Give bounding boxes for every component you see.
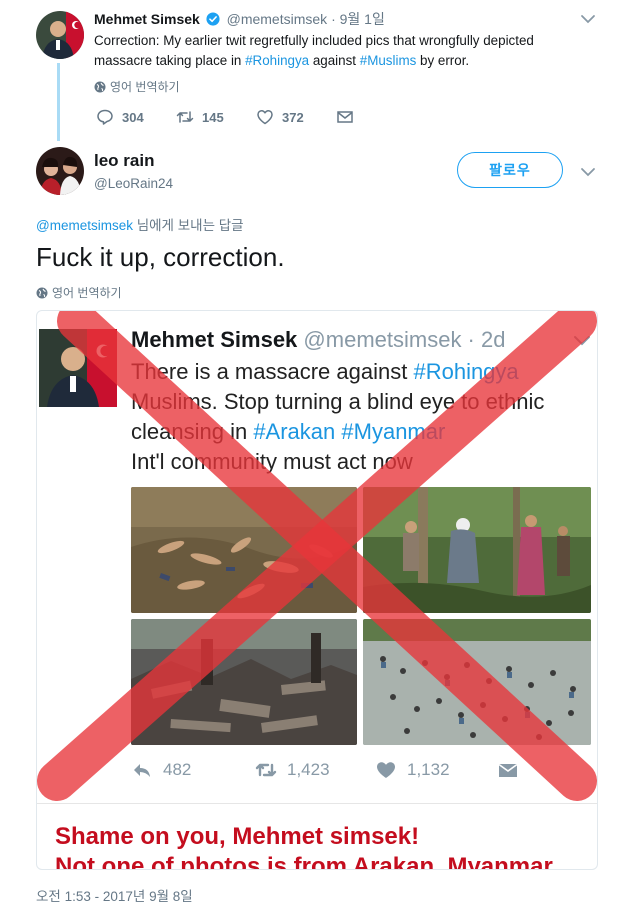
parent-tweet-date[interactable]: · 9월 1일 xyxy=(331,11,385,27)
reply-author-avatar[interactable] xyxy=(36,147,84,195)
translate-link[interactable]: 영어 번역하기 xyxy=(36,284,122,301)
hashtag-rohingya[interactable]: #Rohingya xyxy=(245,53,309,68)
screenshot-author-name: Mehmet Simsek xyxy=(131,327,298,352)
parent-tweet-actions: 304 145 372 xyxy=(96,108,366,128)
replying-to-suffix: 님에게 보내는 답글 xyxy=(132,218,244,233)
screenshot-text-line: There is a massacre against #Rohingya xyxy=(131,357,591,387)
screenshot-tweet-header: Mehmet Simsek @memetsimsek · 2d xyxy=(131,327,505,353)
like-count: 372 xyxy=(282,109,304,125)
message-icon xyxy=(498,763,518,777)
heart-icon xyxy=(257,109,273,125)
screenshot-tweet-actions: 482 1,423 1,132 xyxy=(131,759,591,783)
globe-icon xyxy=(36,287,48,299)
retweet-action[interactable]: 145 xyxy=(176,108,224,126)
chevron-down-icon xyxy=(574,336,590,346)
reply-count: 304 xyxy=(122,109,144,125)
parent-text-part: by error. xyxy=(416,53,470,68)
replying-to-line: @memetsimsek 님에게 보내는 답글 xyxy=(36,214,244,234)
follow-button[interactable]: 팔로우 xyxy=(457,152,563,188)
attached-image[interactable]: Mehmet Simsek @memetsimsek · 2d There is… xyxy=(36,310,598,870)
image-divider xyxy=(37,803,597,804)
screenshot-author-handle: @memetsimsek · 2d xyxy=(303,327,506,352)
parent-tweet-header: Mehmet Simsek @memetsimsek · 9월 1일 xyxy=(94,9,385,29)
screenshot-reply-count: 482 xyxy=(163,760,192,779)
reply-icon xyxy=(97,109,113,125)
image-caption-line-1: Shame on you, Mehmet simsek! xyxy=(55,823,420,850)
thread-connector-line xyxy=(57,63,60,141)
retweet-count: 145 xyxy=(202,109,224,125)
screenshot-like-count: 1,132 xyxy=(407,760,450,779)
hashtag-rohingya: #Rohingya xyxy=(413,359,519,384)
globe-icon xyxy=(94,81,106,93)
photo-river-bodies xyxy=(131,487,357,613)
parent-tweet-text: Correction: My earlier twit regretfully … xyxy=(94,31,594,71)
screenshot-text-line: Int'l community must act now xyxy=(131,449,413,474)
verified-icon xyxy=(206,12,220,26)
screenshot-retweet: 1,423 xyxy=(255,759,330,781)
reply-author-name[interactable]: leo rain xyxy=(94,151,154,171)
translate-label: 영어 번역하기 xyxy=(52,286,122,300)
screenshot-retweet-count: 1,423 xyxy=(287,760,330,779)
direct-message-action[interactable] xyxy=(336,108,354,126)
screenshot-tweet-text: There is a massacre against #Rohingya Mu… xyxy=(131,357,591,477)
hashtag-arakan: #Arakan xyxy=(253,419,336,444)
reply-icon xyxy=(134,764,150,777)
screenshot-message xyxy=(497,759,519,781)
screenshot-author-avatar xyxy=(39,329,117,407)
tweet-timestamp[interactable]: 오전 1:53 - 2017년 9월 8일 xyxy=(36,885,193,905)
chevron-down-icon[interactable] xyxy=(580,13,596,25)
replying-to-handle[interactable]: @memetsimsek xyxy=(36,218,133,233)
screenshot-text-line: cleansing in #Arakan #Myanmar xyxy=(131,417,591,447)
translate-label: 영어 번역하기 xyxy=(110,80,180,94)
reply-tweet-text: Fuck it up, correction. xyxy=(36,242,285,272)
screenshot-text-line: Muslims. Stop turning a blind eye to eth… xyxy=(131,389,545,414)
message-icon xyxy=(337,111,353,123)
parent-author-handle[interactable]: @memetsimsek xyxy=(227,11,328,27)
photo-crowd-in-water xyxy=(363,619,591,745)
photo-forest-people xyxy=(363,487,591,613)
hashtag-myanmar: #Myanmar xyxy=(341,419,446,444)
translate-link[interactable]: 영어 번역하기 xyxy=(94,78,180,95)
screenshot-text-part: There is a massacre against xyxy=(131,359,414,384)
screenshot-reply: 482 xyxy=(131,759,191,781)
retweet-icon xyxy=(176,111,194,123)
reply-action[interactable]: 304 xyxy=(96,108,144,126)
chevron-down-icon[interactable] xyxy=(580,166,596,178)
photo-rubble xyxy=(131,619,357,745)
parent-text-part: against xyxy=(309,53,360,68)
like-action[interactable]: 372 xyxy=(256,108,304,126)
screenshot-like: 1,132 xyxy=(375,759,450,781)
parent-author-avatar[interactable] xyxy=(36,11,84,59)
retweet-icon xyxy=(255,763,277,777)
reply-author-handle[interactable]: @LeoRain24 xyxy=(94,176,173,191)
screenshot-text-part: cleansing in xyxy=(131,419,254,444)
hashtag-muslims[interactable]: #Muslims xyxy=(360,53,417,68)
heart-icon xyxy=(377,762,395,778)
image-caption-line-2: Not one of photos is from Arakan, Myanma… xyxy=(55,853,553,870)
parent-author-name[interactable]: Mehmet Simsek xyxy=(94,11,200,27)
